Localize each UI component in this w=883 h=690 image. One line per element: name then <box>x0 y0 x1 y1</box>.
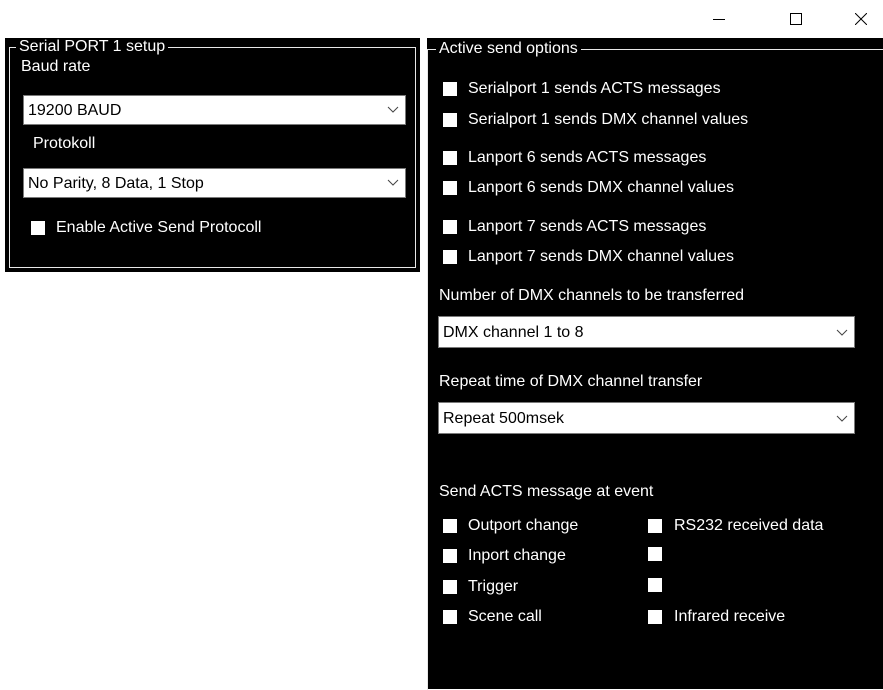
serial-setup-title: Serial PORT 1 setup <box>16 38 169 56</box>
event-label: Infrared receive <box>674 608 786 625</box>
option-serial1-dmx[interactable]: Serialport 1 sends DMX channel values <box>443 111 748 129</box>
active-send-title: Active send options <box>436 40 581 58</box>
repeat-time-label: Repeat time of DMX channel transfer <box>439 373 703 390</box>
option-label: Lanport 7 sends ACTS messages <box>468 218 707 235</box>
baud-rate-value: 19200 BAUD <box>28 102 122 119</box>
checkbox-box[interactable] <box>648 547 662 561</box>
checkbox-box[interactable] <box>443 580 457 594</box>
serial-panel: Serial PORT 1 setup Baud rate 19200 BAUD… <box>5 38 420 272</box>
maximize-icon <box>790 13 802 25</box>
baud-rate-select[interactable]: 19200 BAUD <box>23 95 406 125</box>
option-lan7-acts[interactable]: Lanport 7 sends ACTS messages <box>443 218 706 236</box>
protocol-select[interactable]: No Parity, 8 Data, 1 Stop <box>23 168 406 198</box>
checkbox-box[interactable] <box>443 82 457 96</box>
option-serial1-acts[interactable]: Serialport 1 sends ACTS messages <box>443 80 721 98</box>
event-label: Scene call <box>468 608 542 625</box>
option-lan6-dmx[interactable]: Lanport 6 sends DMX channel values <box>443 179 734 197</box>
minimize-icon <box>713 19 725 20</box>
option-label: Lanport 7 sends DMX channel values <box>468 248 734 265</box>
event-label: RS232 received data <box>674 517 824 534</box>
baud-rate-label: Baud rate <box>21 58 91 75</box>
maximize-button[interactable] <box>773 0 819 38</box>
checkbox-box[interactable] <box>31 221 45 235</box>
active-send-panel: Active send options Serialport 1 sends A… <box>427 38 883 690</box>
repeat-time-value: Repeat 500msek <box>443 410 564 427</box>
checkbox-box[interactable] <box>443 610 457 624</box>
active-send-group: Active send options Serialport 1 sends A… <box>427 40 883 690</box>
protocol-label: Protokoll <box>33 135 96 152</box>
serial-setup-group: Serial PORT 1 setup Baud rate 19200 BAUD… <box>9 38 416 268</box>
checkbox-box[interactable] <box>443 250 457 264</box>
event-scene-call[interactable]: Scene call <box>443 608 542 626</box>
option-lan6-acts[interactable]: Lanport 6 sends ACTS messages <box>443 149 706 167</box>
close-button[interactable] <box>838 0 883 38</box>
close-icon <box>855 13 867 25</box>
option-lan7-dmx[interactable]: Lanport 7 sends DMX channel values <box>443 248 734 266</box>
dmx-count-label: Number of DMX channels to be transferred <box>439 287 745 304</box>
checkbox-box[interactable] <box>443 113 457 127</box>
checkbox-box[interactable] <box>648 610 662 624</box>
event-outport-change[interactable]: Outport change <box>443 517 578 535</box>
protocol-value: No Parity, 8 Data, 1 Stop <box>28 175 204 192</box>
enable-active-send-label: Enable Active Send Protocoll <box>56 219 262 236</box>
minimize-button[interactable] <box>696 0 742 38</box>
event-label: Outport change <box>468 517 579 534</box>
event-infrared-receive[interactable]: Infrared receive <box>648 608 785 626</box>
option-label: Lanport 6 sends DMX channel values <box>468 179 734 196</box>
chevron-down-icon <box>387 179 399 186</box>
event-label: Trigger <box>468 578 519 595</box>
checkbox-box[interactable] <box>443 519 457 533</box>
event-unlabeled-2[interactable] <box>648 578 674 592</box>
event-inport-change[interactable]: Inport change <box>443 547 566 565</box>
checkbox-box[interactable] <box>443 181 457 195</box>
chevron-down-icon <box>836 415 848 422</box>
checkbox-box[interactable] <box>648 519 662 533</box>
dmx-count-value: DMX channel 1 to 8 <box>443 324 584 341</box>
event-trigger[interactable]: Trigger <box>443 578 518 596</box>
checkbox-box[interactable] <box>443 151 457 165</box>
checkbox-box[interactable] <box>648 578 662 592</box>
checkbox-box[interactable] <box>443 220 457 234</box>
event-section-label: Send ACTS message at event <box>439 483 654 500</box>
event-label: Inport change <box>468 547 566 564</box>
event-rs232-received[interactable]: RS232 received data <box>648 517 823 535</box>
chevron-down-icon <box>387 106 399 113</box>
option-label: Serialport 1 sends DMX channel values <box>468 111 749 128</box>
option-label: Lanport 6 sends ACTS messages <box>468 149 707 166</box>
dmx-count-select[interactable]: DMX channel 1 to 8 <box>438 316 855 348</box>
enable-active-send-checkbox[interactable]: Enable Active Send Protocoll <box>31 219 261 237</box>
checkbox-box[interactable] <box>443 549 457 563</box>
repeat-time-select[interactable]: Repeat 500msek <box>438 402 855 434</box>
option-label: Serialport 1 sends ACTS messages <box>468 80 721 97</box>
chevron-down-icon <box>836 329 848 336</box>
event-unlabeled-1[interactable] <box>648 547 674 561</box>
